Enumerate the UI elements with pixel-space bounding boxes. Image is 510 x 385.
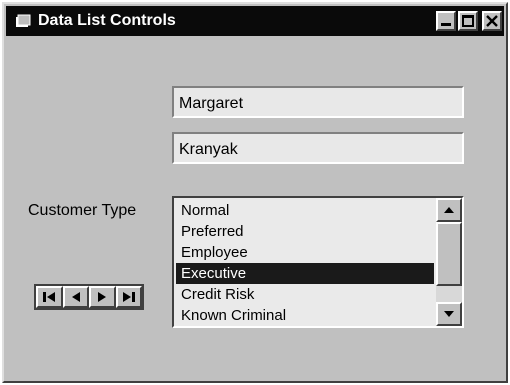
scroll-up-button[interactable] [436, 198, 462, 222]
first-record-icon [43, 292, 56, 302]
first-record-button[interactable] [36, 286, 63, 308]
first-name-field[interactable]: Margaret [172, 86, 464, 118]
scroll-down-button[interactable] [436, 302, 462, 326]
previous-record-button[interactable] [62, 286, 89, 308]
app-icon[interactable] [14, 13, 32, 29]
maximize-button[interactable] [458, 11, 478, 31]
list-item[interactable]: Preferred [176, 221, 434, 242]
vertical-scrollbar[interactable] [436, 198, 462, 326]
list-item-selected[interactable]: Executive [176, 263, 434, 284]
next-record-icon [98, 292, 107, 302]
scroll-thumb[interactable] [436, 222, 462, 286]
customer-type-label: Customer Type [28, 202, 137, 219]
customer-type-items: Normal Preferred Employee Executive Cred… [176, 200, 434, 326]
close-button[interactable] [482, 11, 502, 31]
last-name-field[interactable]: Kranyak [172, 132, 464, 164]
window-title: Data List Controls [38, 12, 176, 29]
arrow-down-icon [444, 311, 454, 317]
arrow-up-icon [444, 207, 454, 213]
last-record-button[interactable] [115, 286, 142, 308]
list-item[interactable]: Credit Risk [176, 284, 434, 305]
previous-record-icon [71, 292, 80, 302]
title-bar: Data List Controls [6, 6, 504, 36]
list-item[interactable]: Employee [176, 242, 434, 263]
last-record-icon [122, 292, 135, 302]
data-list-controls-window: Data List Controls Margaret Kranyak Cust… [2, 2, 508, 383]
record-navigator [34, 284, 144, 310]
close-icon [486, 15, 498, 27]
list-item[interactable]: Normal [176, 200, 434, 221]
next-record-button[interactable] [89, 286, 116, 308]
customer-type-list[interactable]: Normal Preferred Employee Executive Cred… [172, 196, 464, 328]
list-item[interactable]: Known Criminal [176, 305, 434, 326]
minimize-button[interactable] [436, 11, 456, 31]
